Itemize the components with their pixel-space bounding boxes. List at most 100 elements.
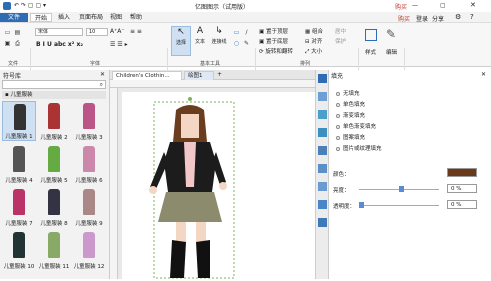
text-tool[interactable]: A 文本 xyxy=(192,26,208,56)
title-bar: ↶ ↷ ▢ ▢ ▾ 亿图图示（试用版） 购买 — ▢ ✕ xyxy=(0,0,491,12)
library-item[interactable]: 儿童服装 9 xyxy=(72,187,106,227)
fill-option-solid-gradient[interactable]: 单色渐变填充 xyxy=(336,123,376,131)
library-item[interactable]: 儿童服装 3 xyxy=(72,101,106,141)
bring-front-button[interactable]: ▣ 置于顶层 xyxy=(259,27,288,35)
group-button[interactable]: ▦ 组合 xyxy=(305,27,323,35)
image-tab-icon[interactable] xyxy=(318,128,327,137)
send-back-button[interactable]: ▣ 置于底层 xyxy=(259,37,288,45)
new-icon[interactable]: ▭ xyxy=(4,29,11,36)
save-icon[interactable]: ▣ xyxy=(4,40,11,47)
pen-icon[interactable]: ✎ xyxy=(243,40,250,47)
drawing-page[interactable] xyxy=(122,92,315,279)
skirt-shape xyxy=(158,192,222,222)
menu-bar: 文件 开始 插入 页面布局 视图 帮助 购买 登录 分享 ⚙ ? xyxy=(0,12,491,23)
fill-option-image[interactable]: 图片或纹理填充 xyxy=(336,145,382,153)
share-button[interactable]: 分享 xyxy=(432,14,444,23)
category-header[interactable]: ▪ 儿童服装 xyxy=(2,91,106,99)
ellipse-icon[interactable]: ○ xyxy=(233,40,240,47)
layout-tab-icon[interactable] xyxy=(318,218,327,227)
size-button[interactable]: ⤢ 大小 xyxy=(305,47,322,56)
line-tab-icon[interactable] xyxy=(318,92,327,101)
vertical-ruler xyxy=(110,88,118,279)
text-icon: A xyxy=(196,26,204,36)
fill-close-icon[interactable]: ✕ xyxy=(481,71,486,78)
radio-icon xyxy=(336,146,340,151)
minimize-icon[interactable]: — xyxy=(412,2,418,9)
fill-option-pattern[interactable]: 图案填充 xyxy=(336,134,365,142)
right-boot xyxy=(196,240,210,278)
buy-link[interactable]: 购买 xyxy=(395,2,407,11)
close-icon[interactable]: ✕ xyxy=(470,1,476,9)
maximize-icon[interactable]: ▢ xyxy=(440,2,446,9)
library-item[interactable]: 儿童服装 11 xyxy=(37,230,71,270)
shadow-tab-icon[interactable] xyxy=(318,110,327,119)
menu-file[interactable]: 文件 xyxy=(0,13,28,22)
quick-access[interactable]: ↶ ↷ ▢ ▢ ▾ xyxy=(14,2,46,9)
buy-button[interactable]: 购买 xyxy=(398,14,410,23)
clothing-thumbnail-icon xyxy=(83,146,95,172)
fill-option-gradient[interactable]: 渐变填充 xyxy=(336,112,365,120)
center-button[interactable]: 居中 xyxy=(335,27,346,35)
ribbon: ▭ ▤ ▣ ⎙ 文件 宋体 10 A⁺A⁻ ≡ ≡ B I U abc x² x… xyxy=(0,23,491,86)
style-label[interactable]: 样式 xyxy=(365,48,376,56)
align-icons[interactable]: ≡ ≡ xyxy=(130,28,142,35)
login-button[interactable]: 登录 xyxy=(416,14,428,23)
rotate-handle[interactable] xyxy=(188,97,192,101)
rotate-button[interactable]: ⟳ 旋转和翻转 xyxy=(259,47,293,55)
library-item[interactable]: 儿童服装 1 xyxy=(2,101,36,141)
girl-clothing-shape[interactable] xyxy=(122,92,315,279)
edit-label[interactable]: 编辑 xyxy=(386,48,397,56)
settings-icon[interactable]: ⚙ xyxy=(455,13,461,21)
transparency-input[interactable]: 0 % xyxy=(447,200,477,209)
connector-tool[interactable]: ↳ 连接线 xyxy=(210,26,228,56)
font-name-select[interactable]: 宋体 xyxy=(35,28,83,36)
font-size-select[interactable]: 10 xyxy=(86,28,108,36)
menu-help[interactable]: 帮助 xyxy=(126,13,146,22)
menu-insert[interactable]: 插入 xyxy=(54,13,74,22)
line-icon[interactable]: ∕ xyxy=(243,29,250,36)
library-search-input[interactable]: ⌕ xyxy=(2,80,106,89)
library-item[interactable]: 儿童服装 10 xyxy=(2,230,36,270)
align-button[interactable]: ⊟ 对齐 xyxy=(305,37,322,45)
menu-home[interactable]: 开始 xyxy=(30,13,53,22)
rect-icon[interactable]: ▭ xyxy=(233,29,240,36)
fill-option-none[interactable]: 无填充 xyxy=(336,90,360,98)
help-icon[interactable]: ? xyxy=(470,13,474,21)
library-item[interactable]: 儿童服装 2 xyxy=(37,101,71,141)
library-item[interactable]: 儿童服装 4 xyxy=(2,144,36,184)
library-close-icon[interactable]: ✕ xyxy=(100,71,105,78)
format-buttons[interactable]: B I U abc x² x₂ xyxy=(36,41,83,48)
color-picker[interactable] xyxy=(447,168,477,177)
brightness-handle[interactable] xyxy=(399,186,404,192)
page-tab-icon[interactable] xyxy=(318,164,327,173)
edit-icon[interactable]: ✎ xyxy=(386,27,396,41)
open-icon[interactable]: ▤ xyxy=(14,29,21,36)
library-item[interactable]: 儿童服装 5 xyxy=(37,144,71,184)
add-tab-icon[interactable]: + xyxy=(217,71,222,78)
font-grow-icon[interactable]: A⁺A⁻ xyxy=(110,28,125,35)
transparency-handle[interactable] xyxy=(359,202,364,208)
library-item[interactable]: 儿童服装 12 xyxy=(72,230,106,270)
select-label: 选择 xyxy=(175,40,186,46)
layer-tab-icon[interactable] xyxy=(318,146,327,155)
tab-drawing1[interactable]: 绘图1 xyxy=(184,71,214,80)
select-tool[interactable]: ↖ 选择 xyxy=(171,26,191,56)
comment-tab-icon[interactable] xyxy=(318,200,327,209)
menu-layout[interactable]: 页面布局 xyxy=(75,13,107,22)
protect-button[interactable]: 保护 xyxy=(335,37,346,45)
transparency-slider[interactable] xyxy=(359,205,439,206)
library-item[interactable]: 儿童服装 8 xyxy=(37,187,71,227)
style-icon[interactable] xyxy=(365,29,377,41)
brightness-input[interactable]: 0 % xyxy=(447,184,477,193)
folder-icon: ▪ xyxy=(5,92,9,98)
fill-option-solid[interactable]: 单色填充 xyxy=(336,101,365,109)
print-icon[interactable]: ⎙ xyxy=(14,40,21,47)
tab-children-clothing[interactable]: Children's Clothin... xyxy=(112,71,182,80)
navigator-tab-icon[interactable] xyxy=(318,182,327,191)
list-icons[interactable]: ☰ ☰ ▸ xyxy=(110,41,128,48)
menu-view[interactable]: 视图 xyxy=(106,13,126,22)
library-item[interactable]: 儿童服装 6 xyxy=(72,144,106,184)
fill-tab-icon[interactable] xyxy=(318,74,327,83)
library-item[interactable]: 儿童服装 7 xyxy=(2,187,36,227)
left-leg xyxy=(176,222,186,244)
